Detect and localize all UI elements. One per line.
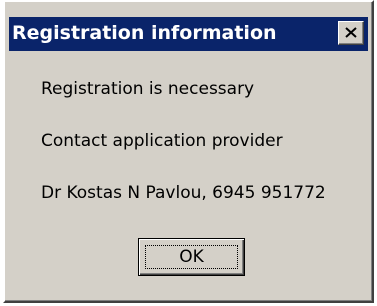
message-registration-necessary: Registration is necessary bbox=[41, 79, 255, 99]
close-icon bbox=[345, 27, 357, 38]
registration-dialog: Registration information Registration is… bbox=[3, 0, 374, 303]
window-title: Registration information bbox=[12, 22, 277, 44]
message-contact-details: Dr Kostas N Pavlou, 6945 951772 bbox=[41, 183, 326, 203]
message-contact-provider: Contact application provider bbox=[41, 131, 283, 151]
ok-button-label: OK bbox=[179, 247, 204, 267]
title-bar[interactable]: Registration information bbox=[9, 17, 368, 51]
close-button[interactable] bbox=[338, 21, 364, 45]
ok-button[interactable]: OK bbox=[138, 238, 245, 276]
